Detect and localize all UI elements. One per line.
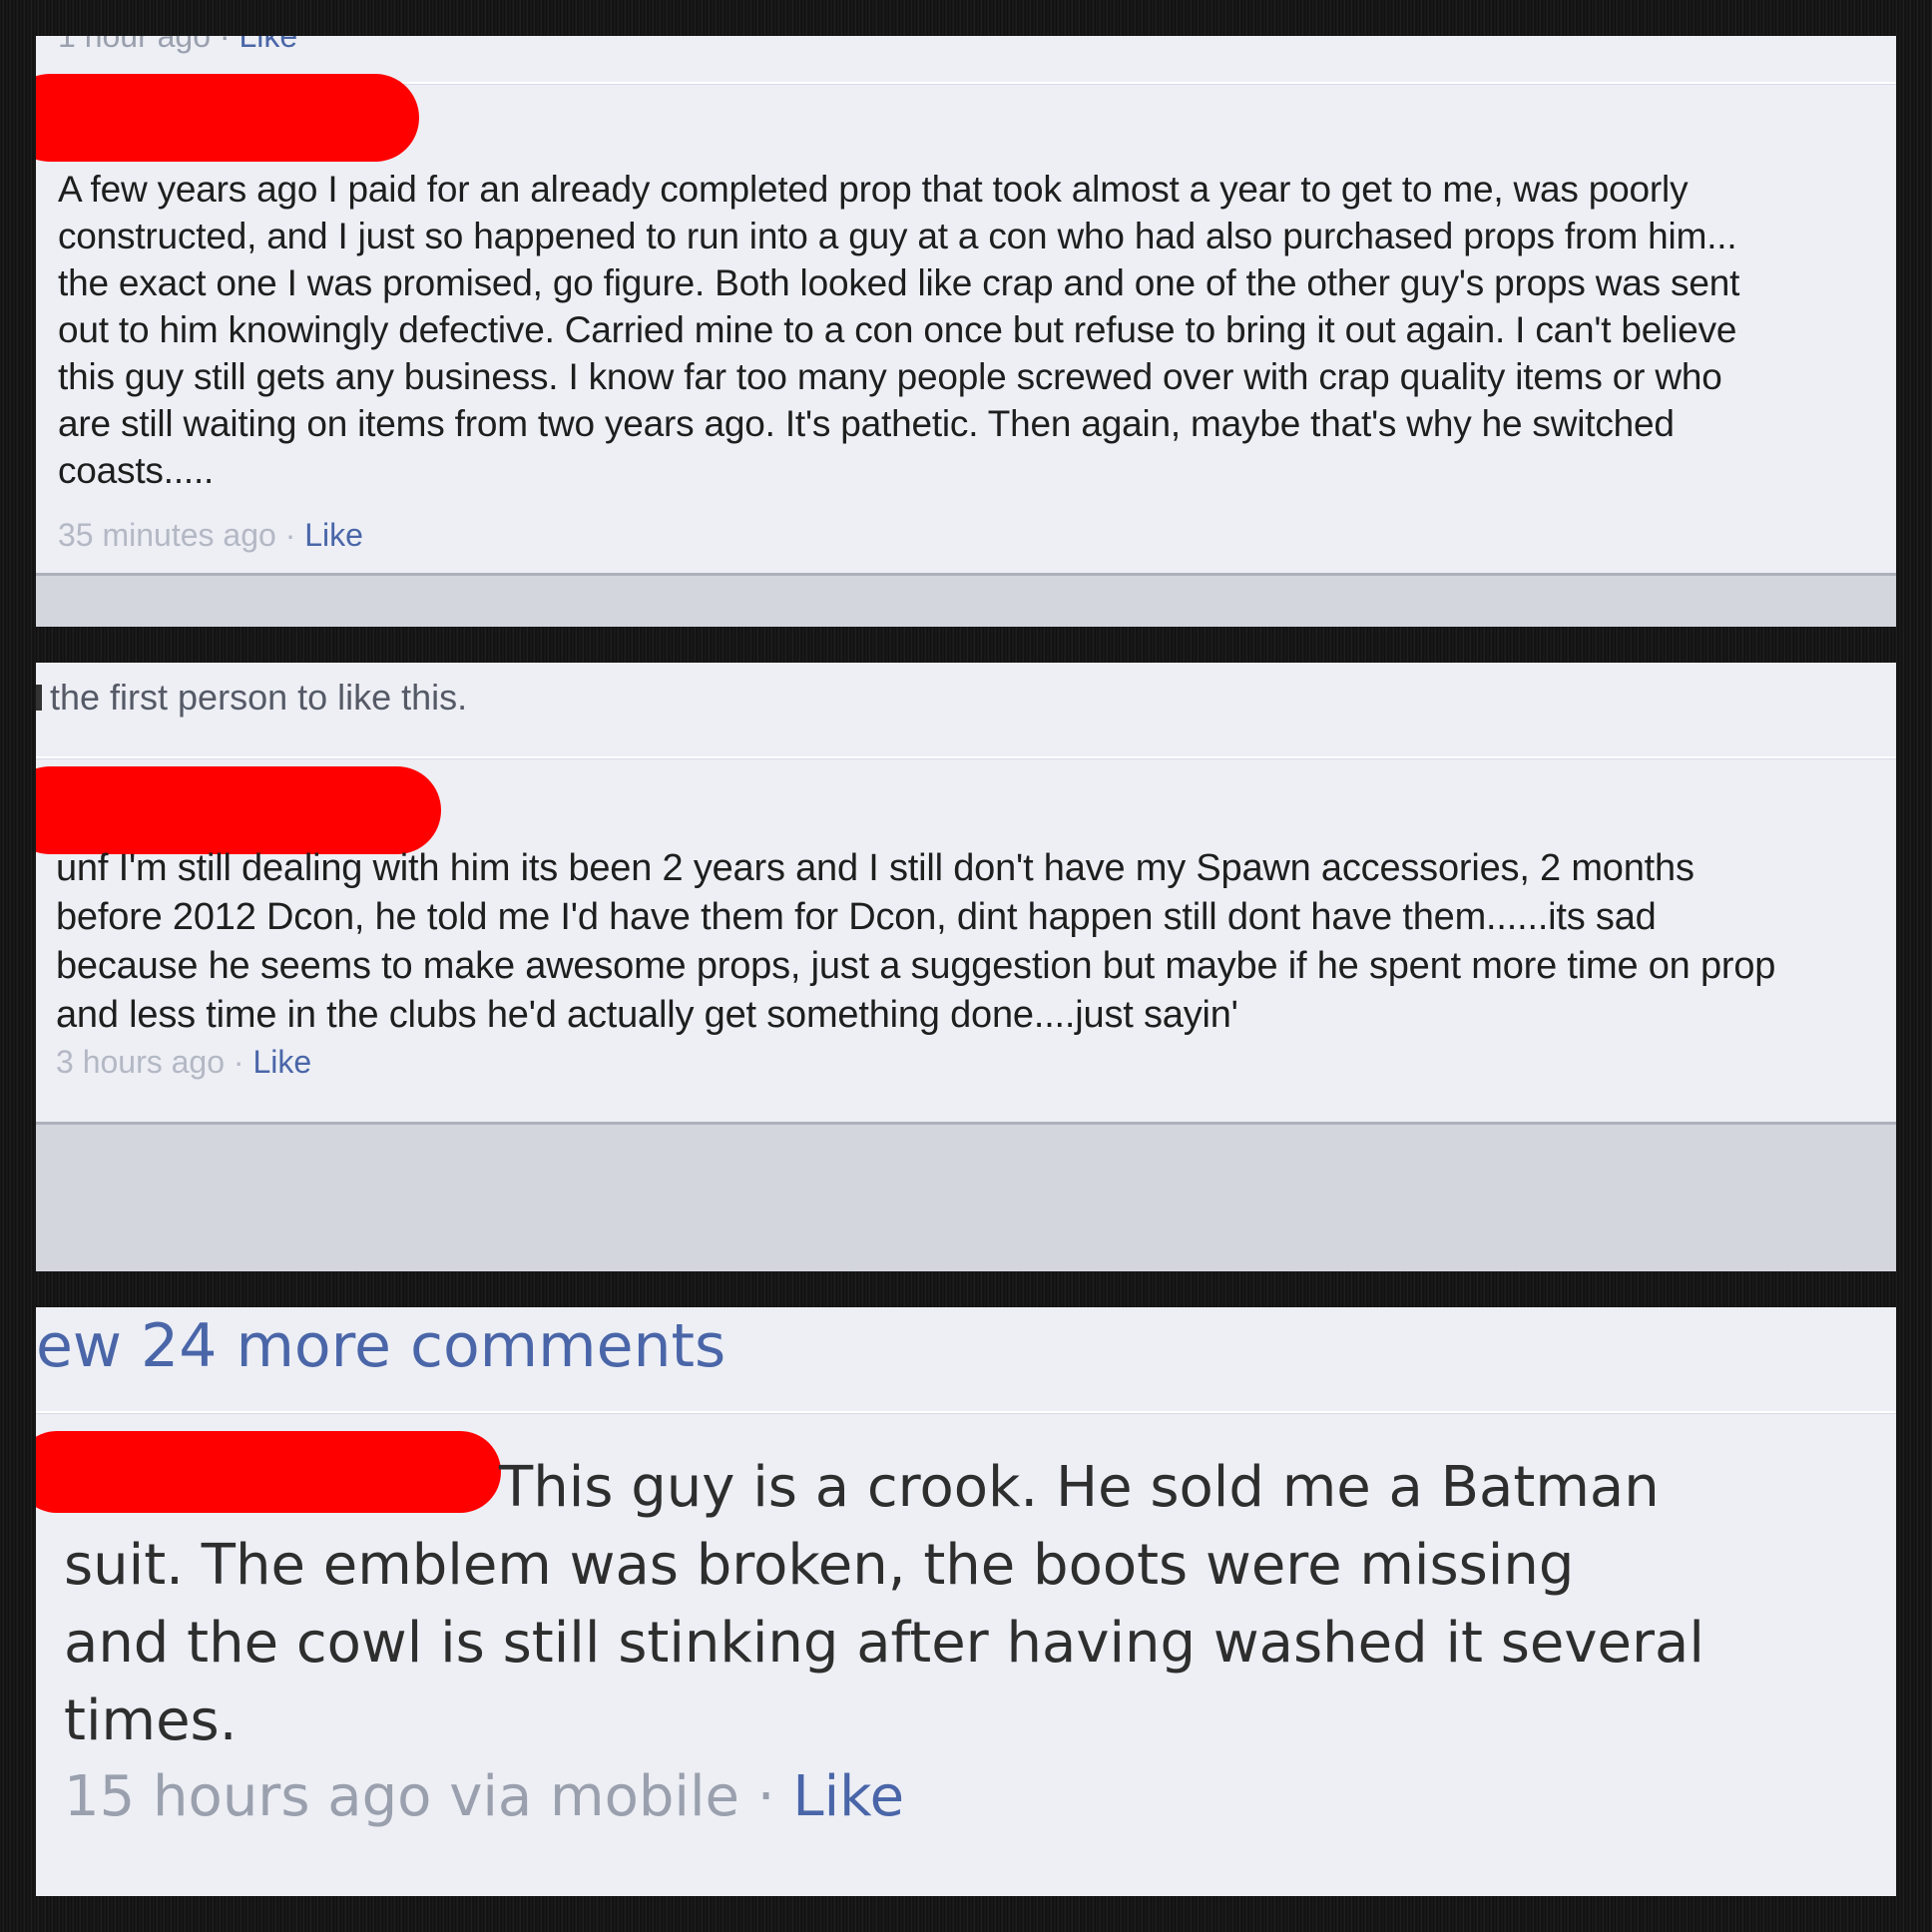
comment-line: are still waiting on items from two year… bbox=[58, 403, 1675, 444]
comment-line: out to him knowingly defective. Carried … bbox=[58, 309, 1737, 350]
comment-line: the exact one I was promised, go figure.… bbox=[58, 262, 1740, 303]
view-more-comments-link[interactable]: ew 24 more comments bbox=[36, 1311, 725, 1381]
comment-line: coasts..... bbox=[58, 450, 215, 491]
redacted-name bbox=[36, 766, 441, 854]
comment-line: A few years ago I paid for an already co… bbox=[58, 169, 1689, 210]
meta-separator: · bbox=[225, 1044, 253, 1080]
grey-footer bbox=[36, 576, 1896, 627]
like-link[interactable]: Like bbox=[304, 517, 363, 553]
previous-comment-time: 1 hour ago bbox=[58, 36, 212, 54]
comment-panel-3: ew 24 more comments This guy is a crook.… bbox=[36, 1307, 1896, 1896]
comment-line: suit. The emblem was broken, the boots w… bbox=[64, 1533, 1575, 1598]
comment-line: and less time in the clubs he'd actually… bbox=[56, 994, 1238, 1036]
comment-meta: 35 minutes ago · Like bbox=[58, 517, 363, 554]
comment-meta: 15 hours ago via mobile · Like bbox=[64, 1764, 904, 1829]
previous-comment-meta: 1 hour ago · Like bbox=[58, 36, 297, 55]
meta-separator: · bbox=[211, 36, 240, 54]
likers-text: the first person to like this. bbox=[36, 677, 468, 719]
comment-line: unf I'm still dealing with him its been … bbox=[56, 847, 1694, 889]
comment-line: and the cowl is still stinking after hav… bbox=[64, 1611, 1704, 1676]
comment-meta: 3 hours ago · Like bbox=[56, 1044, 311, 1081]
comment-body: A few years ago I paid for an already co… bbox=[58, 166, 1739, 494]
like-link[interactable]: Like bbox=[239, 36, 297, 54]
comment-line: times. bbox=[64, 1689, 238, 1753]
like-link[interactable]: Like bbox=[792, 1764, 904, 1829]
timestamp: 3 hours ago bbox=[56, 1044, 226, 1080]
comment-line: This guy is a crook. He sold me a Batman bbox=[499, 1455, 1660, 1520]
timestamp: 35 minutes ago bbox=[58, 517, 276, 553]
divider bbox=[36, 756, 1896, 759]
likers-label: the first person to like this. bbox=[50, 677, 468, 718]
cropped-glyph bbox=[36, 685, 42, 711]
timestamp: 15 hours ago via mobile bbox=[64, 1764, 739, 1829]
comment-line: constructed, and I just so happened to r… bbox=[58, 216, 1737, 256]
redacted-name bbox=[36, 74, 419, 162]
comment-line: before 2012 Dcon, he told me I'd have th… bbox=[56, 896, 1657, 938]
comment-panel-1: 1 hour ago · Like A few years ago I paid… bbox=[36, 36, 1896, 627]
meta-separator: · bbox=[275, 517, 305, 553]
comment-body: This guy is a crook. He sold me a Batman… bbox=[64, 1449, 1704, 1760]
grey-footer bbox=[36, 1125, 1896, 1271]
divider bbox=[36, 1411, 1896, 1414]
comment-line: because he seems to make awesome props, … bbox=[56, 945, 1776, 987]
like-link[interactable]: Like bbox=[252, 1044, 311, 1080]
comment-body: unf I'm still dealing with him its been … bbox=[56, 844, 1775, 1040]
comment-panel-2: the first person to like this. unf I'm s… bbox=[36, 663, 1896, 1271]
meta-separator: · bbox=[738, 1764, 793, 1829]
comment-line: this guy still gets any business. I know… bbox=[58, 356, 1722, 397]
